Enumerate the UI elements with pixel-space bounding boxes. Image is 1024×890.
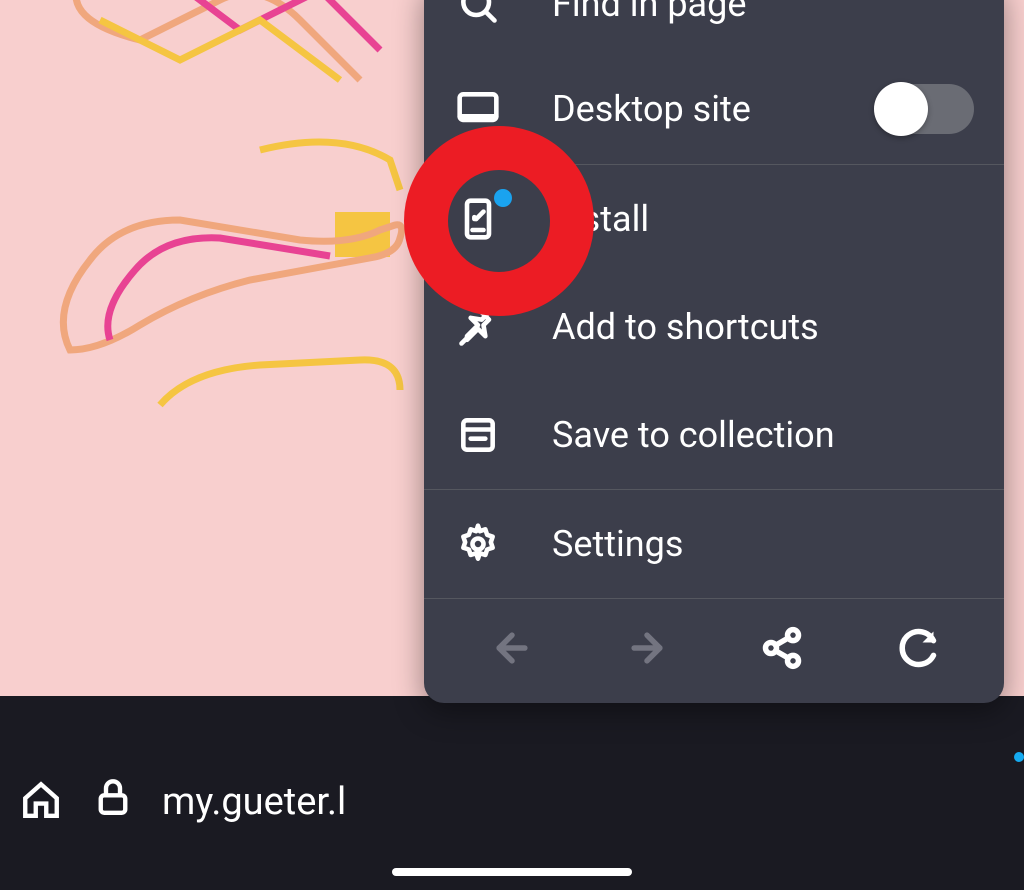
lock-icon bbox=[92, 776, 134, 828]
notification-dot-icon bbox=[494, 189, 512, 207]
search-icon bbox=[454, 0, 502, 28]
menu-label: Add to shortcuts bbox=[552, 306, 974, 348]
menu-item-collection[interactable]: Save to collection bbox=[424, 381, 1004, 489]
menu-item-shortcuts[interactable]: Add to shortcuts bbox=[424, 273, 1004, 381]
desktop-site-toggle[interactable] bbox=[874, 84, 974, 134]
menu-item-install[interactable]: Install bbox=[424, 165, 1004, 273]
back-button[interactable] bbox=[487, 623, 537, 673]
reload-button[interactable] bbox=[892, 623, 942, 673]
forward-button[interactable] bbox=[622, 623, 672, 673]
home-indicator bbox=[392, 868, 632, 876]
browser-bottom-bar: my.gueter.l bbox=[0, 696, 1024, 890]
menu-label: Settings bbox=[552, 523, 974, 565]
menu-item-desktop-site[interactable]: Desktop site bbox=[424, 54, 1004, 164]
pin-icon bbox=[454, 303, 502, 351]
menu-label: Install bbox=[552, 198, 974, 240]
desktop-icon bbox=[454, 85, 502, 133]
gear-icon bbox=[454, 520, 502, 568]
menu-item-settings[interactable]: Settings bbox=[424, 490, 1004, 598]
menu-item-find[interactable]: Find in page bbox=[424, 0, 1004, 54]
install-icon bbox=[454, 195, 502, 243]
edge-notification-dot bbox=[1014, 752, 1024, 762]
hand-illustration bbox=[0, 0, 460, 460]
home-icon[interactable] bbox=[20, 779, 62, 825]
browser-menu: Find in page Desktop site Install Add to… bbox=[424, 0, 1004, 703]
collection-icon bbox=[454, 411, 502, 459]
menu-label: Find in page bbox=[552, 0, 974, 25]
menu-action-bar bbox=[424, 599, 1004, 701]
menu-label: Save to collection bbox=[552, 414, 974, 456]
url-text: my.gueter.l bbox=[162, 780, 346, 824]
menu-label: Desktop site bbox=[552, 88, 824, 130]
share-button[interactable] bbox=[757, 623, 807, 673]
url-display[interactable]: my.gueter.l bbox=[92, 776, 346, 828]
